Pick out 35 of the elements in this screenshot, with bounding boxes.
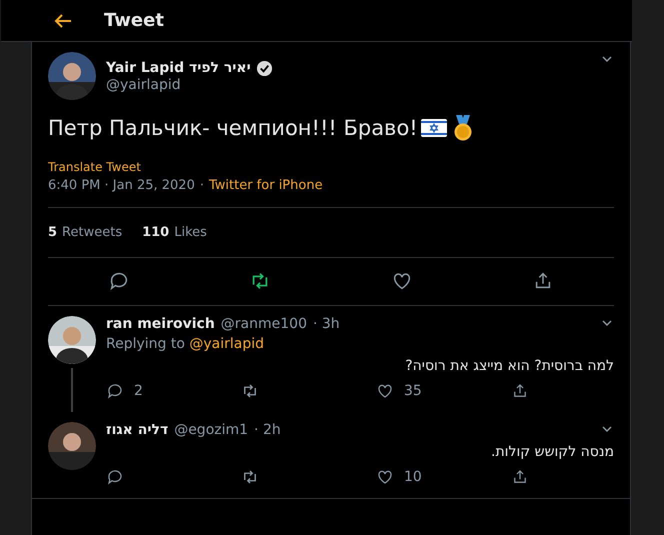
separator-dot: · <box>200 178 204 193</box>
reply-text: למה ברוסית? הוא מייצג את רוסיה? <box>404 358 614 374</box>
like-icon[interactable] <box>376 382 394 400</box>
reply-age: · 3h <box>312 316 340 332</box>
reply-icon[interactable] <box>108 270 130 292</box>
reply-age: · 2h <box>254 422 281 438</box>
stat-count[interactable]: 5 <box>48 225 58 240</box>
user-handle[interactable]: @ranme100 <box>220 316 307 332</box>
retweet-icon[interactable] <box>241 382 259 400</box>
stat-label[interactable]: Likes <box>174 225 207 240</box>
user-name[interactable]: Yair Lapid יאיר לפיד <box>106 60 251 76</box>
like-icon[interactable] <box>376 468 394 486</box>
translate-link[interactable]: Translate Tweet <box>48 160 614 174</box>
tweet-text: Петр Пальчик- чемпион!!! Браво! <box>48 116 418 140</box>
page-title: Tweet <box>104 10 164 31</box>
user-name[interactable]: דליה אגוז <box>106 422 168 438</box>
like-count: 10 <box>404 469 422 485</box>
reply-icon[interactable] <box>106 382 124 400</box>
stat-label[interactable]: Retweets <box>62 225 122 240</box>
like-count: 35 <box>404 383 422 399</box>
share-icon[interactable] <box>511 382 529 400</box>
retweet-icon[interactable] <box>241 468 259 486</box>
user-handle[interactable]: @yairlapid <box>106 76 273 92</box>
reply-icon[interactable] <box>106 468 124 486</box>
replying-to-text: Replying to @yairlapid <box>106 336 266 352</box>
tweet-timestamp: 6:40 PM · Jan 25, 2020 <box>48 178 195 193</box>
share-icon[interactable] <box>511 468 529 486</box>
source-link[interactable]: Twitter for iPhone <box>208 178 323 193</box>
flag-icon <box>420 117 448 139</box>
mention-link[interactable]: @yairlapid <box>189 336 264 352</box>
user-handle[interactable]: @egozim1 <box>174 422 248 438</box>
stat-count[interactable]: 110 <box>142 225 170 240</box>
reply-count: 2 <box>134 383 143 399</box>
reply-text: מנסה לקושש קולות. <box>490 444 614 460</box>
user-name[interactable]: ran meirovich <box>106 316 215 332</box>
